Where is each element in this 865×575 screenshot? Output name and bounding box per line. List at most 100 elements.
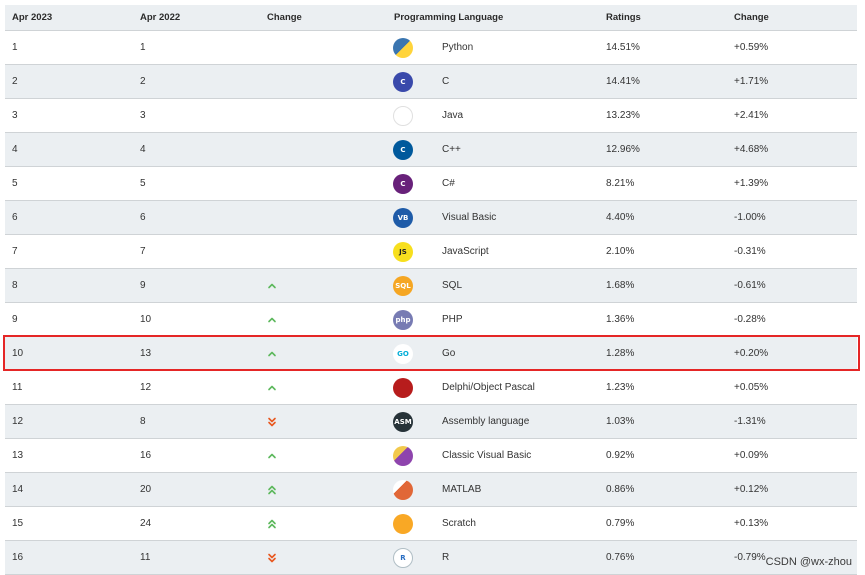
table-row[interactable]: 5 5 C C# 8.21% +1.39% — [5, 167, 857, 201]
rank-apr-2022: 4 — [140, 144, 146, 155]
sql-logo-icon: SQL — [393, 275, 413, 296]
language-logo: R — [393, 541, 413, 574]
table-row[interactable]: 6 6 VB Visual Basic 4.40% -1.00% — [5, 201, 857, 235]
language-logo — [393, 99, 413, 132]
table-row[interactable]: 8 9 SQL SQL 1.68% -0.61% — [5, 269, 857, 303]
javascript-logo-icon: JS — [393, 241, 413, 262]
table-row[interactable]: 13 16 Classic Visual Basic 0.92% +0.09% — [5, 439, 857, 473]
php-logo-icon: php — [393, 309, 413, 330]
arrow-up-icon — [268, 317, 276, 322]
rating-change: +0.12% — [734, 484, 769, 495]
rating-change: +0.13% — [734, 518, 769, 529]
csharp-logo-icon: C — [393, 173, 413, 194]
language-name[interactable]: C# — [442, 167, 455, 200]
rating-change: -0.79% — [734, 552, 766, 563]
header-change[interactable]: Change — [267, 5, 302, 30]
rank-apr-2023: 1 — [12, 42, 18, 53]
rating-value: 0.79% — [606, 518, 635, 529]
c-logo-icon: C — [393, 71, 413, 92]
rank-apr-2022: 24 — [140, 518, 152, 529]
table-row[interactable]: 9 10 php PHP 1.36% -0.28% — [5, 303, 857, 337]
language-name[interactable]: Go — [442, 337, 455, 370]
rank-apr-2023: 2 — [12, 76, 18, 87]
language-name[interactable]: JavaScript — [442, 235, 489, 268]
rating-value: 14.51% — [606, 42, 640, 53]
language-name[interactable]: Classic Visual Basic — [442, 439, 531, 472]
rank-apr-2022: 11 — [140, 552, 151, 563]
header-change-pct[interactable]: Change — [734, 5, 769, 30]
language-name[interactable]: Delphi/Object Pascal — [442, 371, 535, 404]
language-name[interactable]: Visual Basic — [442, 201, 496, 234]
language-name[interactable]: Scratch — [442, 507, 476, 540]
language-logo — [393, 439, 413, 472]
table-row[interactable]: 16 11 R R 0.76% -0.79% — [5, 541, 857, 575]
arrow-up-icon — [268, 385, 276, 390]
header-language[interactable]: Programming Language — [394, 5, 503, 30]
table-row[interactable]: 2 2 C C 14.41% +1.71% — [5, 65, 857, 99]
scratch-logo-icon — [393, 513, 413, 534]
rank-apr-2023: 13 — [12, 450, 24, 461]
language-name[interactable]: Assembly language — [442, 405, 529, 438]
arrow-up-icon — [268, 351, 276, 356]
language-logo — [393, 507, 413, 540]
language-name[interactable]: Java — [442, 99, 463, 132]
delphi-logo-icon — [393, 377, 413, 398]
rating-change: +0.59% — [734, 42, 769, 53]
language-name[interactable]: Python — [442, 31, 473, 64]
rating-change: +0.05% — [734, 382, 769, 393]
rating-change: -0.28% — [734, 314, 766, 325]
rating-change: +4.68% — [734, 144, 769, 155]
language-name[interactable]: R — [442, 541, 449, 574]
table-row[interactable]: 4 4 C C++ 12.96% +4.68% — [5, 133, 857, 167]
rating-change: +1.71% — [734, 76, 769, 87]
rank-apr-2023: 6 — [12, 212, 18, 223]
rank-apr-2023: 7 — [12, 246, 18, 257]
language-logo: VB — [393, 201, 413, 234]
language-name[interactable]: C++ — [442, 133, 461, 166]
rank-apr-2022: 16 — [140, 450, 152, 461]
table-row[interactable]: 1 1 Python 14.51% +0.59% — [5, 31, 857, 65]
header-apr-2022[interactable]: Apr 2022 — [140, 5, 180, 30]
rank-apr-2023: 15 — [12, 518, 24, 529]
rating-change: -1.31% — [734, 416, 766, 427]
trend-indicator — [267, 269, 277, 302]
language-logo — [393, 473, 413, 506]
rating-value: 1.68% — [606, 280, 635, 291]
table-row[interactable]: 15 24 Scratch 0.79% +0.13% — [5, 507, 857, 541]
arrow-up-icon — [268, 283, 276, 288]
classic-vb-logo-icon — [393, 445, 413, 466]
language-name[interactable]: PHP — [442, 303, 463, 336]
rank-apr-2022: 6 — [140, 212, 146, 223]
rank-apr-2022: 1 — [140, 42, 146, 53]
rating-value: 4.40% — [606, 212, 635, 223]
rank-apr-2022: 2 — [140, 76, 146, 87]
rating-value: 8.21% — [606, 178, 635, 189]
table-row[interactable]: 3 3 Java 13.23% +2.41% — [5, 99, 857, 133]
table-row[interactable]: 7 7 JS JavaScript 2.10% -0.31% — [5, 235, 857, 269]
watermark: CSDN @wx-zhou — [765, 556, 852, 568]
matlab-logo-icon — [393, 479, 413, 500]
table-row[interactable]: 14 20 MATLAB 0.86% +0.12% — [5, 473, 857, 507]
table-row[interactable]: 10 13 GO Go 1.28% +0.20% — [5, 337, 857, 371]
arrow-down-double-icon — [268, 417, 276, 426]
rank-apr-2023: 5 — [12, 178, 18, 189]
header-apr-2023[interactable]: Apr 2023 — [12, 5, 52, 30]
language-name[interactable]: MATLAB — [442, 473, 481, 506]
language-name[interactable]: C — [442, 65, 449, 98]
table-row[interactable]: 12 8 ASM Assembly language 1.03% -1.31% — [5, 405, 857, 439]
language-logo — [393, 371, 413, 404]
rank-apr-2023: 11 — [12, 382, 23, 393]
rating-value: 12.96% — [606, 144, 640, 155]
rating-value: 1.03% — [606, 416, 635, 427]
rank-apr-2023: 4 — [12, 144, 18, 155]
language-logo: C — [393, 167, 413, 200]
rating-value: 0.86% — [606, 484, 635, 495]
language-logo: C — [393, 133, 413, 166]
rank-apr-2023: 14 — [12, 484, 24, 495]
trend-indicator — [267, 405, 277, 438]
language-name[interactable]: SQL — [442, 269, 462, 302]
go-logo-icon: GO — [393, 343, 413, 364]
rank-apr-2023: 8 — [12, 280, 18, 291]
table-row[interactable]: 11 12 Delphi/Object Pascal 1.23% +0.05% — [5, 371, 857, 405]
header-ratings[interactable]: Ratings — [606, 5, 641, 30]
